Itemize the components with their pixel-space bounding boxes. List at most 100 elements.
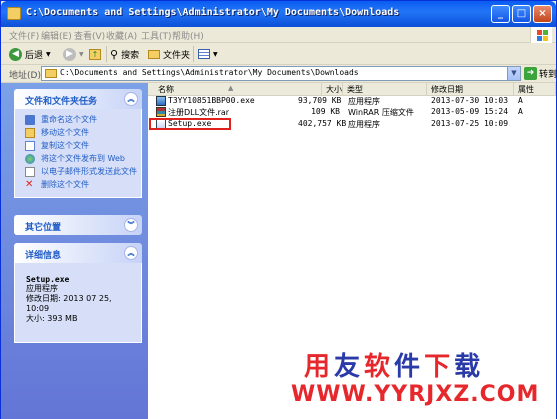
menu-favorites[interactable]: 收藏(A) [106,29,137,42]
column-name-label: 名称 [158,85,174,94]
back-label: 后退 [25,50,44,61]
task-email[interactable]: 以电子邮件形式发送此文件 [15,167,141,178]
file-tasks-list: 重命名这个文件 移动这个文件 复制这个文件 将这个文件发布到 Web 以电子邮件… [14,109,142,198]
forward-arrow-icon: ▶ [63,47,76,61]
collapse-icon[interactable]: ︽ [124,92,138,106]
menu-file[interactable]: 文件(F) [9,29,39,42]
menu-view[interactable]: 查看(V) [74,29,105,42]
rar-file-icon [156,107,166,117]
windows-logo-icon [530,27,552,43]
panel-header[interactable]: 详细信息 ︽ [14,243,142,263]
watermark-char: 用友软件下载 [304,352,484,382]
watermark-url: WWW.YYRJXZ.COM [291,382,540,407]
column-size-label: 大小 [326,85,342,94]
globe-icon [25,154,35,164]
expand-icon[interactable]: ︾ [124,218,138,232]
watermark-char: 软 [364,352,395,382]
file-type: WinRAR 压缩文件 [348,108,414,117]
address-bar: 地址(D) C:\Documents and Settings\Administ… [1,65,557,83]
folders-label: 文件夹 [163,50,191,61]
watermark-char: 友 [334,352,365,382]
search-icon: ⚲ [110,47,119,61]
menu-bar: 文件(F) 编辑(E) 查看(V) 收藏(A) 工具(T) 帮助(H) [1,27,556,43]
file-type: 应用程序 [348,97,380,106]
toolbar-separator [106,46,107,62]
folders-icon [148,49,160,59]
task-rename[interactable]: 重命名这个文件 [15,115,141,126]
delete-icon: ✕ [25,179,34,190]
task-label: 重命名这个文件 [41,115,97,124]
copy-icon [25,141,35,151]
detail-size: 大小: 393 MB [26,314,78,323]
watermark-char: 用 [304,352,335,382]
search-button[interactable]: ⚲ 搜索 [110,46,139,62]
collapse-icon[interactable]: ︽ [124,246,138,260]
go-arrow-icon: ➜ [524,67,537,80]
panel-header[interactable]: 其它位置 ︾ [14,215,142,235]
detail-file-type: 应用程序 [26,284,58,293]
forward-button[interactable]: ▶ ▼ [63,46,84,62]
file-row[interactable]: 注册DLL文件.rar 109 KB WinRAR 压缩文件 2013-05-0… [148,107,548,118]
column-modified[interactable]: 修改日期 [427,83,514,96]
rename-icon [25,115,35,125]
task-pane: 文件和文件夹任务 ︽ 重命名这个文件 移动这个文件 复制这个文件 将这个文件发布… [1,83,148,419]
task-move[interactable]: 移动这个文件 [15,128,141,139]
folder-icon [45,69,57,78]
column-attributes[interactable]: 属性 [514,83,556,96]
task-publish-web[interactable]: 将这个文件发布到 Web [15,154,141,165]
maximize-button[interactable]: □ [512,5,531,23]
search-label: 搜索 [121,50,140,61]
go-label: 转到 [539,70,557,80]
detail-file-name: Setup.exe [26,275,70,284]
file-name: 注册DLL文件.rar [168,108,230,117]
file-attributes: A [518,107,523,116]
details-panel: 详细信息 ︽ Setup.exe 应用程序 修改日期: 2013 07 25, … [14,243,142,343]
folder-icon [7,7,21,20]
file-modified: 2013-07-25 10:09 [431,119,509,128]
task-copy[interactable]: 复制这个文件 [15,141,141,152]
chevron-down-icon: ▼ [79,50,84,58]
other-places-panel: 其它位置 ︾ [14,215,142,235]
panel-header[interactable]: 文件和文件夹任务 ︽ [14,89,142,109]
file-modified: 2013-07-30 10:03 [431,96,509,105]
folders-button[interactable]: 文件夹 [148,46,190,62]
menu-edit[interactable]: 编辑(E) [41,29,72,42]
toolbar-separator [193,46,194,62]
chevron-down-icon: ▼ [46,50,51,58]
go-button[interactable]: ➜ 转到 [524,67,557,80]
address-value: C:\Documents and Settings\Administrator\… [60,68,359,77]
column-type[interactable]: 类型 [343,83,427,96]
menu-tools[interactable]: 工具(T) [141,29,172,42]
watermark-char: 件 [394,352,425,382]
menu-help[interactable]: 帮助(H) [172,29,204,42]
up-folder-icon: ↑ [89,48,101,60]
address-dropdown-icon[interactable]: ▼ [507,67,520,80]
detail-modified-date: 修改日期: 2013 07 25, [26,294,112,303]
minimize-button[interactable]: _ [491,5,510,23]
task-label: 移动这个文件 [41,128,89,137]
file-modified: 2013-05-09 15:24 [431,107,509,116]
move-icon [25,128,35,138]
task-label: 删除这个文件 [41,180,89,189]
file-row[interactable]: T3YY10851BBP00.exe 93,709 KB 应用程序 2013-0… [148,96,548,107]
explorer-window: C:\Documents and Settings\Administrator\… [0,0,557,419]
column-modified-label: 修改日期 [431,85,463,94]
sort-ascending-icon: ▲ [228,84,234,92]
exe-file-icon [156,96,166,106]
file-size: 402,757 KB [298,119,347,128]
watermark-brand: 用友软件下载 [304,346,484,383]
file-tasks-panel: 文件和文件夹任务 ︽ 重命名这个文件 移动这个文件 复制这个文件 将这个文件发布… [14,89,142,198]
task-delete[interactable]: ✕ 删除这个文件 [15,180,141,191]
back-button[interactable]: ◀ 后退 ▼ [9,46,51,62]
title-bar[interactable]: C:\Documents and Settings\Administrator\… [1,1,556,27]
close-button[interactable]: × [533,5,552,23]
details-title: 详细信息 [25,251,62,261]
views-button[interactable]: ▼ [198,46,218,62]
file-attributes: A [518,96,523,105]
column-name[interactable]: 名称 ▲ [148,83,322,96]
up-folder-button[interactable]: ↑ [89,46,101,62]
task-label: 复制这个文件 [41,141,89,150]
column-size[interactable]: 大小 [322,83,343,96]
column-attributes-label: 属性 [518,85,534,94]
address-input[interactable]: C:\Documents and Settings\Administrator\… [41,66,521,81]
